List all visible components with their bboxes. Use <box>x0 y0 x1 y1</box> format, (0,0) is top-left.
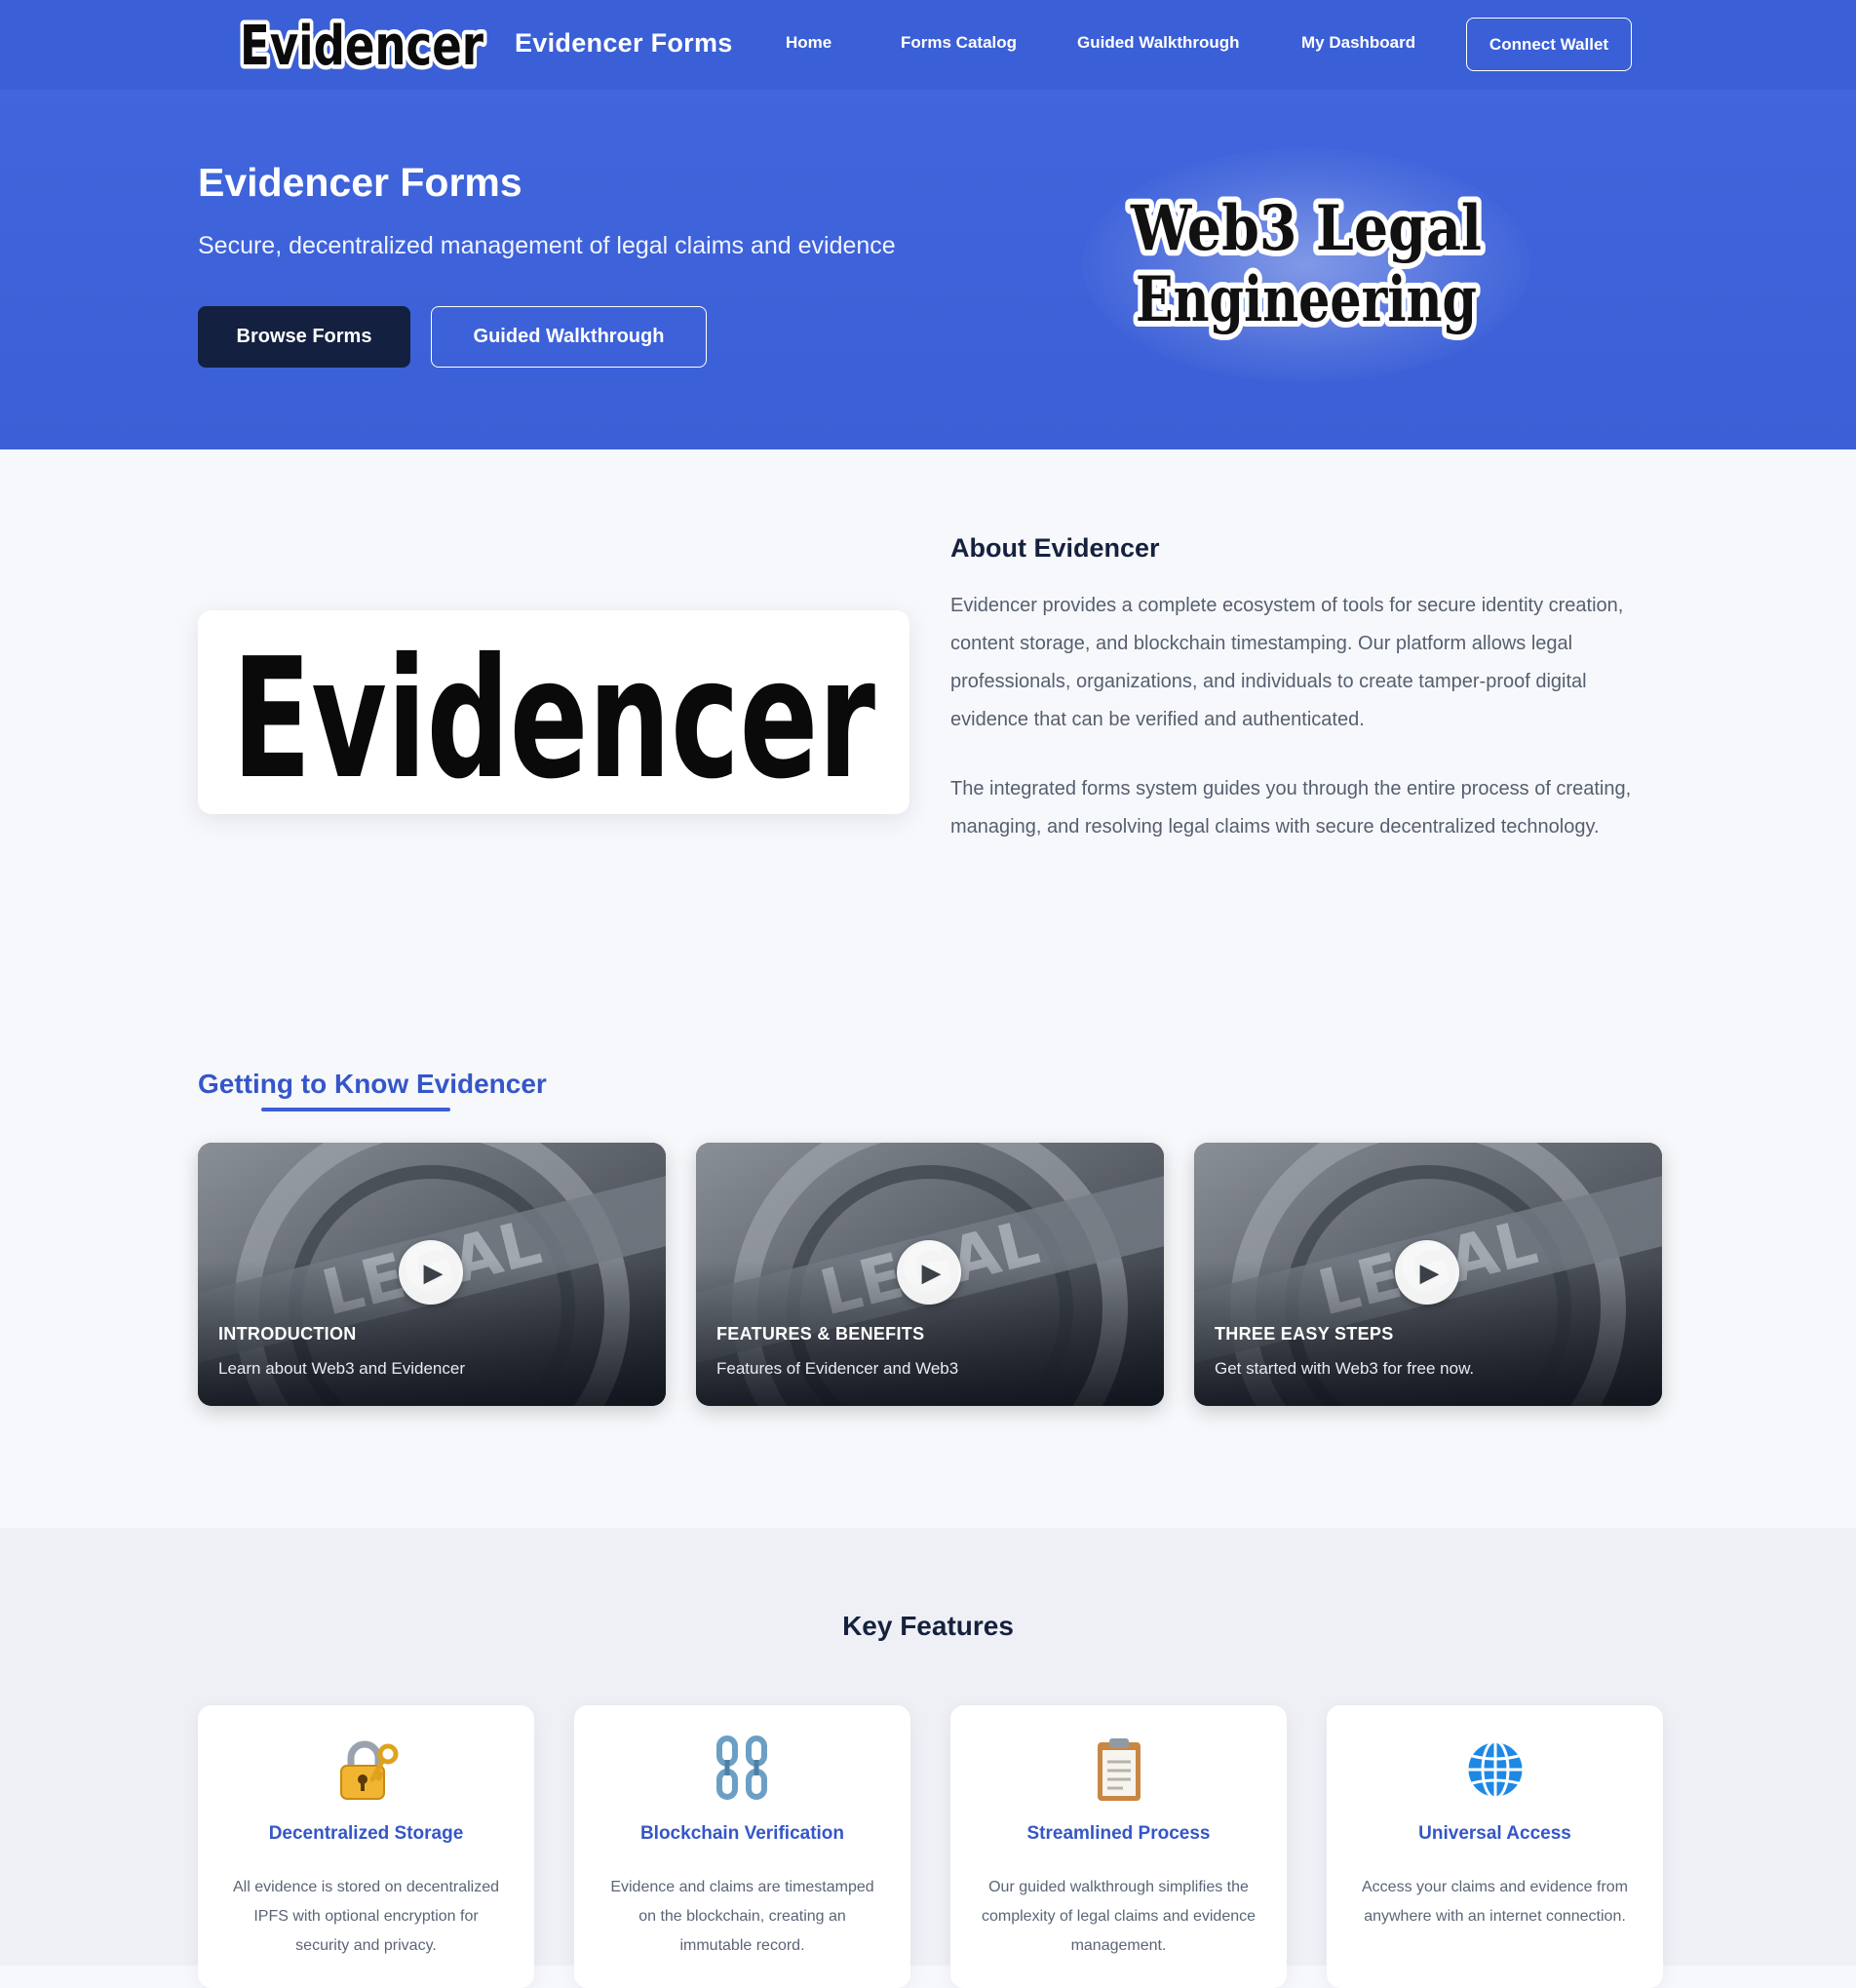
play-icon[interactable]: ▶ <box>897 1240 961 1305</box>
nav-link-forms-catalog[interactable]: Forms Catalog <box>901 33 1017 53</box>
nav-link-guided-walkthrough[interactable]: Guided Walkthrough <box>1077 33 1240 53</box>
video-card-introduction[interactable]: LEGAL ▶ INTRODUCTION Learn about Web3 an… <box>198 1143 666 1406</box>
art-line1: Web3 Legal <box>1130 192 1482 265</box>
feature-description: Access your claims and evidence from any… <box>1362 1879 1628 1925</box>
about-title: About Evidencer <box>950 533 1160 563</box>
getting-to-know-title: Getting to Know Evidencer <box>198 1069 547 1099</box>
lock-with-key-icon <box>198 1735 534 1805</box>
play-icon[interactable]: ▶ <box>1395 1240 1459 1305</box>
feature-card-blockchain-verification: Blockchain Verification Evidence and cla… <box>574 1705 910 1988</box>
feature-card-universal-access: Universal Access Access your claims and … <box>1327 1705 1663 1988</box>
about-logo-card: Evidencer Evidencer <box>198 610 909 814</box>
top-navbar: Evidencer Evidencer Evidencer Forms Home… <box>0 0 1856 90</box>
globe-icon <box>1327 1735 1663 1805</box>
hero-title: Evidencer Forms <box>198 160 522 205</box>
about-paragraph-1: Evidencer provides a complete ecosystem … <box>950 595 1624 730</box>
video-card-features-benefits[interactable]: LEGAL ▶ FEATURES & BENEFITS Features of … <box>696 1143 1164 1406</box>
hero-subtitle: Secure, decentralized management of lega… <box>198 232 896 259</box>
connect-wallet-button[interactable]: Connect Wallet <box>1466 18 1632 71</box>
video-card-three-easy-steps[interactable]: LEGAL ▶ THREE EASY STEPS Get started wit… <box>1194 1143 1662 1406</box>
video-description: Features of Evidencer and Web3 <box>716 1359 959 1378</box>
feature-description: Our guided walkthrough simplifies the co… <box>981 1879 1257 1954</box>
key-features-title: Key Features <box>842 1611 1014 1641</box>
nav-link-home[interactable]: Home <box>786 33 831 53</box>
art-line2: Engineering <box>1136 263 1477 336</box>
feature-card-streamlined-process: Streamlined Process Our guided walkthrou… <box>950 1705 1287 1988</box>
feature-name: Streamlined Process <box>1026 1823 1211 1844</box>
about-evidencer-logo: Evidencer Evidencer <box>224 622 883 802</box>
feature-card-decentralized-storage: Decentralized Storage All evidence is st… <box>198 1705 534 1988</box>
play-icon[interactable]: ▶ <box>399 1240 463 1305</box>
video-title: FEATURES & BENEFITS <box>716 1324 925 1344</box>
chain-icon-svg <box>715 1735 767 1800</box>
lock-with-key-icon-svg <box>339 1740 398 1800</box>
guided-walkthrough-button[interactable]: Guided Walkthrough <box>431 306 707 368</box>
hero-section: Evidencer Forms Secure, decentralized ma… <box>0 90 1856 449</box>
globe-icon-svg <box>1465 1739 1525 1800</box>
feature-name: Blockchain Verification <box>639 1823 845 1844</box>
evidencer-logo[interactable]: Evidencer Evidencer <box>234 10 489 81</box>
about-logo-text: Evidencer <box>232 623 875 802</box>
web3-legal-engineering-art: Web3 Legal Web3 Legal Engineering Engine… <box>1124 186 1488 342</box>
title-underline <box>261 1108 450 1111</box>
feature-description: All evidence is stored on decentralized … <box>232 1879 500 1954</box>
video-title: THREE EASY STEPS <box>1215 1324 1394 1344</box>
browse-forms-button[interactable]: Browse Forms <box>198 306 410 368</box>
video-description: Learn about Web3 and Evidencer <box>218 1359 465 1378</box>
chain-icon <box>574 1735 910 1805</box>
clipboard-icon <box>950 1735 1287 1805</box>
nav-link-my-dashboard[interactable]: My Dashboard <box>1301 33 1415 53</box>
about-paragraph-2: The integrated forms system guides you t… <box>950 778 1632 838</box>
feature-name: Decentralized Storage <box>268 1823 464 1844</box>
nav-logo-text: Evidencer <box>240 15 483 78</box>
video-description: Get started with Web3 for free now. <box>1215 1359 1475 1378</box>
clipboard-icon-svg <box>1097 1738 1141 1801</box>
nav-brand-title[interactable]: Evidencer Forms <box>515 28 733 58</box>
feature-description: Evidence and claims are timestamped on t… <box>610 1879 874 1954</box>
video-title: INTRODUCTION <box>218 1324 357 1344</box>
feature-name: Universal Access <box>1418 1823 1571 1844</box>
